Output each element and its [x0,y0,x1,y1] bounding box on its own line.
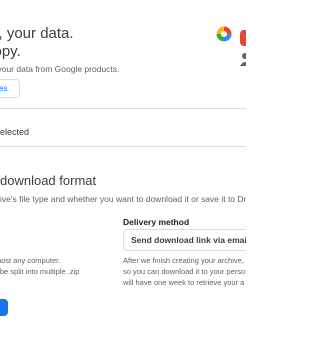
divider [0,108,246,109]
google-photos-pinwheel-icon [216,26,232,42]
next-step-button[interactable] [0,299,8,316]
delivery-note-line3: will have one week to retrieve your a [123,278,245,287]
takeout-page: nt, your data. copy. with your data from… [0,0,246,344]
person-icon[interactable] [240,52,246,66]
divider [0,146,246,147]
delivery-method-value: Send download link via email [131,235,246,245]
format-section-description: ive's file type and whether you want to … [0,194,246,204]
red-app-badge-icon[interactable] [240,30,246,46]
delivery-note-line2: so you can download it to your perso [123,267,246,276]
file-type-note-line1: ned on almost any computer. [0,256,61,265]
file-type-note-line2: n 2GB will be split into multiple .zip [0,267,80,276]
delivery-method-select[interactable]: Send download link via email [123,229,246,251]
hero-action-button[interactable]: es [0,79,20,98]
delivery-method-label: Delivery method [123,217,190,227]
hero-headline: nt, your data. copy. [0,25,74,61]
format-section-title: download format [0,173,97,188]
hero-headline-line1: nt, your data. [0,25,74,42]
hero-headline-line2: copy. [0,43,21,60]
delivery-note-line1: After we finish creating your archive, [123,256,244,265]
hero-subtitle: with your data from Google products. [0,64,120,74]
hero-card: nt, your data. copy. with your data from… [0,0,246,108]
selection-summary: elected [0,127,30,137]
